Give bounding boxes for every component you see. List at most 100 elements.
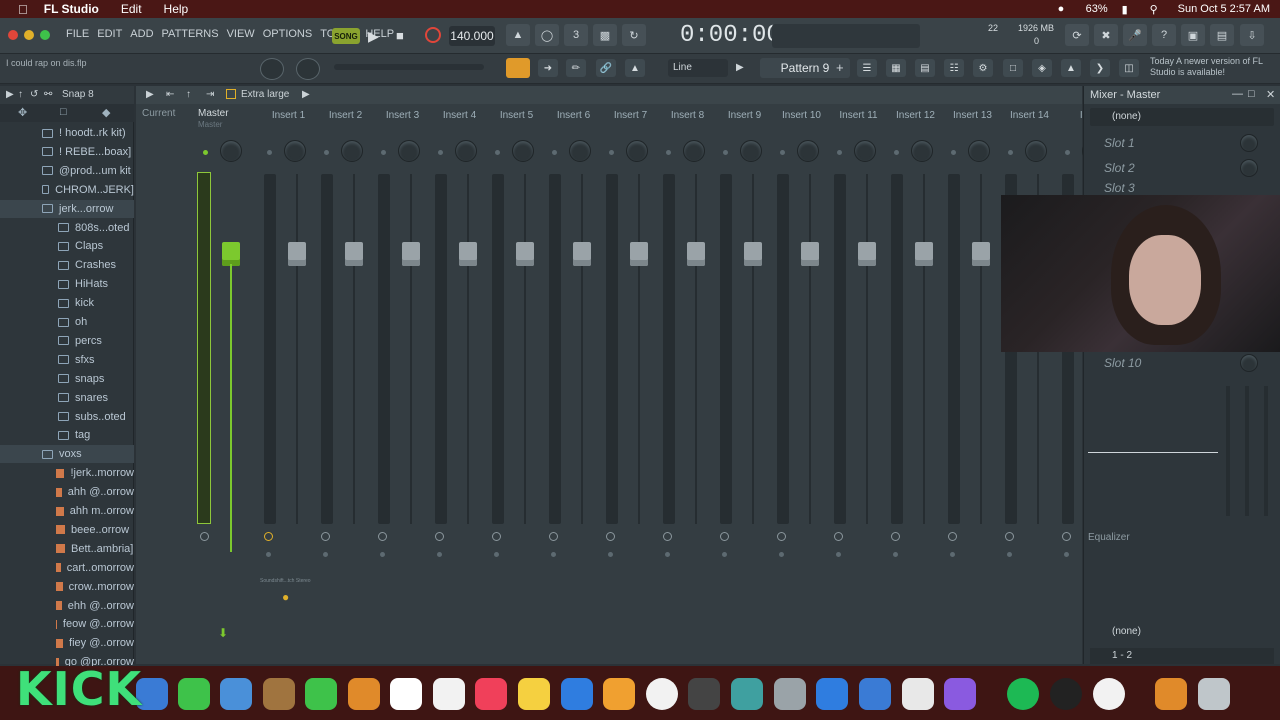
preset-select[interactable]: (none) (1090, 108, 1274, 126)
insert-send-knob[interactable] (948, 532, 957, 541)
browser-folder-item[interactable]: voxs (0, 445, 134, 464)
insert-active-led[interactable] (324, 150, 329, 155)
feedback-icon[interactable] (944, 678, 976, 710)
master-volume-knob[interactable] (260, 58, 284, 80)
mixer-insert-track[interactable]: Insert 3 (374, 106, 431, 576)
insert-active-led[interactable] (1065, 150, 1070, 155)
insert-send-knob[interactable] (1062, 532, 1071, 541)
mixer-insert-track[interactable]: Insert 6 (545, 106, 602, 576)
insert-pan-knob[interactable] (854, 140, 876, 162)
insert-route-dot[interactable] (722, 552, 727, 557)
wait-input-icon[interactable]: ◯ (535, 24, 559, 46)
search-icon[interactable]: ⚲ (1150, 3, 1164, 16)
insert-route-dot[interactable] (836, 552, 841, 557)
mixer-insert-track[interactable]: Insert 10 (773, 106, 830, 576)
notes-icon[interactable] (518, 678, 550, 710)
browser-folder-item[interactable]: percs (0, 332, 134, 350)
insert-fader[interactable] (288, 242, 306, 266)
freeform-icon[interactable] (390, 678, 422, 710)
insert-pan-knob[interactable] (797, 140, 819, 162)
insert-route-dot[interactable] (494, 552, 499, 557)
insert-active-led[interactable] (267, 150, 272, 155)
insert-send-knob[interactable] (264, 532, 273, 541)
browser-icon[interactable]: □ (1003, 59, 1023, 77)
fl-menu-options[interactable]: OPTIONS (263, 28, 313, 40)
minimize-window-icon[interactable] (24, 30, 34, 40)
insert-track-name[interactable]: Insert 2 (317, 110, 374, 121)
insert-track-name[interactable]: Insert 12 (887, 110, 944, 121)
fl-studio-dock-icon[interactable] (1155, 678, 1187, 710)
mixer-insert-track[interactable]: Insert 5 (488, 106, 545, 576)
insert-fader[interactable] (573, 242, 591, 266)
app-icon[interactable] (731, 678, 763, 710)
browser-search-icon[interactable]: ◆ (102, 106, 110, 119)
trash-icon[interactable] (1198, 678, 1230, 710)
countdown-icon[interactable]: 3 (564, 24, 588, 46)
fl-menu-add[interactable]: ADD (130, 28, 153, 40)
insert-track-name[interactable]: Insert 10 (773, 110, 830, 121)
qbittorrent-icon[interactable] (859, 678, 891, 710)
draw-tool-icon[interactable]: ✏ (566, 59, 586, 77)
insert-track-name[interactable]: Insert 6 (545, 110, 602, 121)
restore-panel-icon[interactable]: □ (1248, 88, 1255, 100)
facetime-icon[interactable] (305, 678, 337, 710)
song-mode-button[interactable]: SONG (332, 28, 360, 44)
insert-track-name[interactable]: Insert 14 (1001, 110, 1058, 121)
insert-active-led[interactable] (666, 150, 671, 155)
prev-pattern-icon[interactable]: ▶ (736, 62, 744, 73)
mixer-next-icon[interactable]: ⇥ (206, 89, 214, 100)
browser-file-item[interactable]: ahh m..orrow (0, 502, 134, 520)
save-icon[interactable]: ▣ (1181, 24, 1205, 46)
menu-help[interactable]: Help (164, 2, 189, 16)
browser-folder-item[interactable]: sfxs (0, 351, 134, 369)
master-slider[interactable] (334, 64, 484, 70)
insert-send-knob[interactable] (663, 532, 672, 541)
contacts-icon[interactable] (263, 678, 295, 710)
app-store-icon[interactable] (561, 678, 593, 710)
insert-active-led[interactable] (951, 150, 956, 155)
browser-file-item[interactable]: feow @..orrow (0, 615, 134, 633)
browser-folder-item[interactable]: @prod...um kit (0, 162, 134, 180)
tempo-display[interactable]: 140.000 (449, 26, 495, 46)
menu-edit[interactable]: Edit (121, 2, 142, 16)
typing-keyboard-icon[interactable] (506, 58, 530, 78)
insert-fader[interactable] (972, 242, 990, 266)
mixer-insert-track[interactable]: Insert 8 (659, 106, 716, 576)
refresh-icon[interactable]: ⟳ (1065, 24, 1089, 46)
insert-active-led[interactable] (1008, 150, 1013, 155)
play-icon[interactable]: ▶ (368, 28, 379, 45)
insert-fader[interactable] (516, 242, 534, 266)
eq-band-1[interactable] (1226, 386, 1230, 516)
mixer-view-size[interactable]: Extra large (241, 89, 289, 100)
insert-pan-knob[interactable] (626, 140, 648, 162)
browser-folder-item[interactable]: CHROM..JERK] (0, 181, 134, 199)
insert-track-name[interactable]: Insert 13 (944, 110, 1001, 121)
roblox-icon[interactable] (816, 678, 848, 710)
metronome-icon[interactable]: ▲ (506, 24, 530, 46)
insert-fader[interactable] (630, 242, 648, 266)
mixer-icon[interactable]: ☷ (944, 59, 964, 77)
master-active-led[interactable] (203, 150, 208, 155)
insert-send-knob[interactable] (891, 532, 900, 541)
add-pattern-icon[interactable]: + (836, 60, 844, 75)
insert-pan-knob[interactable] (569, 140, 591, 162)
insert-send-knob[interactable] (378, 532, 387, 541)
insert-active-led[interactable] (552, 150, 557, 155)
wifi-icon[interactable]: ● (1058, 3, 1072, 15)
mixer-insert-track[interactable]: Insert 11 (830, 106, 887, 576)
insert-route-dot[interactable] (608, 552, 613, 557)
fl-menu-view[interactable]: VIEW (227, 28, 255, 40)
mail-icon[interactable] (220, 678, 252, 710)
mixer-insert-track[interactable]: Insert 2 (317, 106, 374, 576)
browser-folder-item[interactable]: HiHats (0, 275, 134, 293)
mixer-insert-track[interactable]: Insert 12 (887, 106, 944, 576)
insert-track-name[interactable]: Insert 7 (602, 110, 659, 121)
insert-fader[interactable] (801, 242, 819, 266)
insert-pan-knob[interactable] (341, 140, 363, 162)
apple-icon[interactable]:  (18, 2, 28, 17)
insert-fader[interactable] (858, 242, 876, 266)
fl-menu-file[interactable]: FILE (66, 28, 89, 40)
browser-file-item[interactable]: ehh @..orrow (0, 597, 134, 615)
insert-pan-knob[interactable] (911, 140, 933, 162)
insert-route-dot[interactable] (893, 552, 898, 557)
